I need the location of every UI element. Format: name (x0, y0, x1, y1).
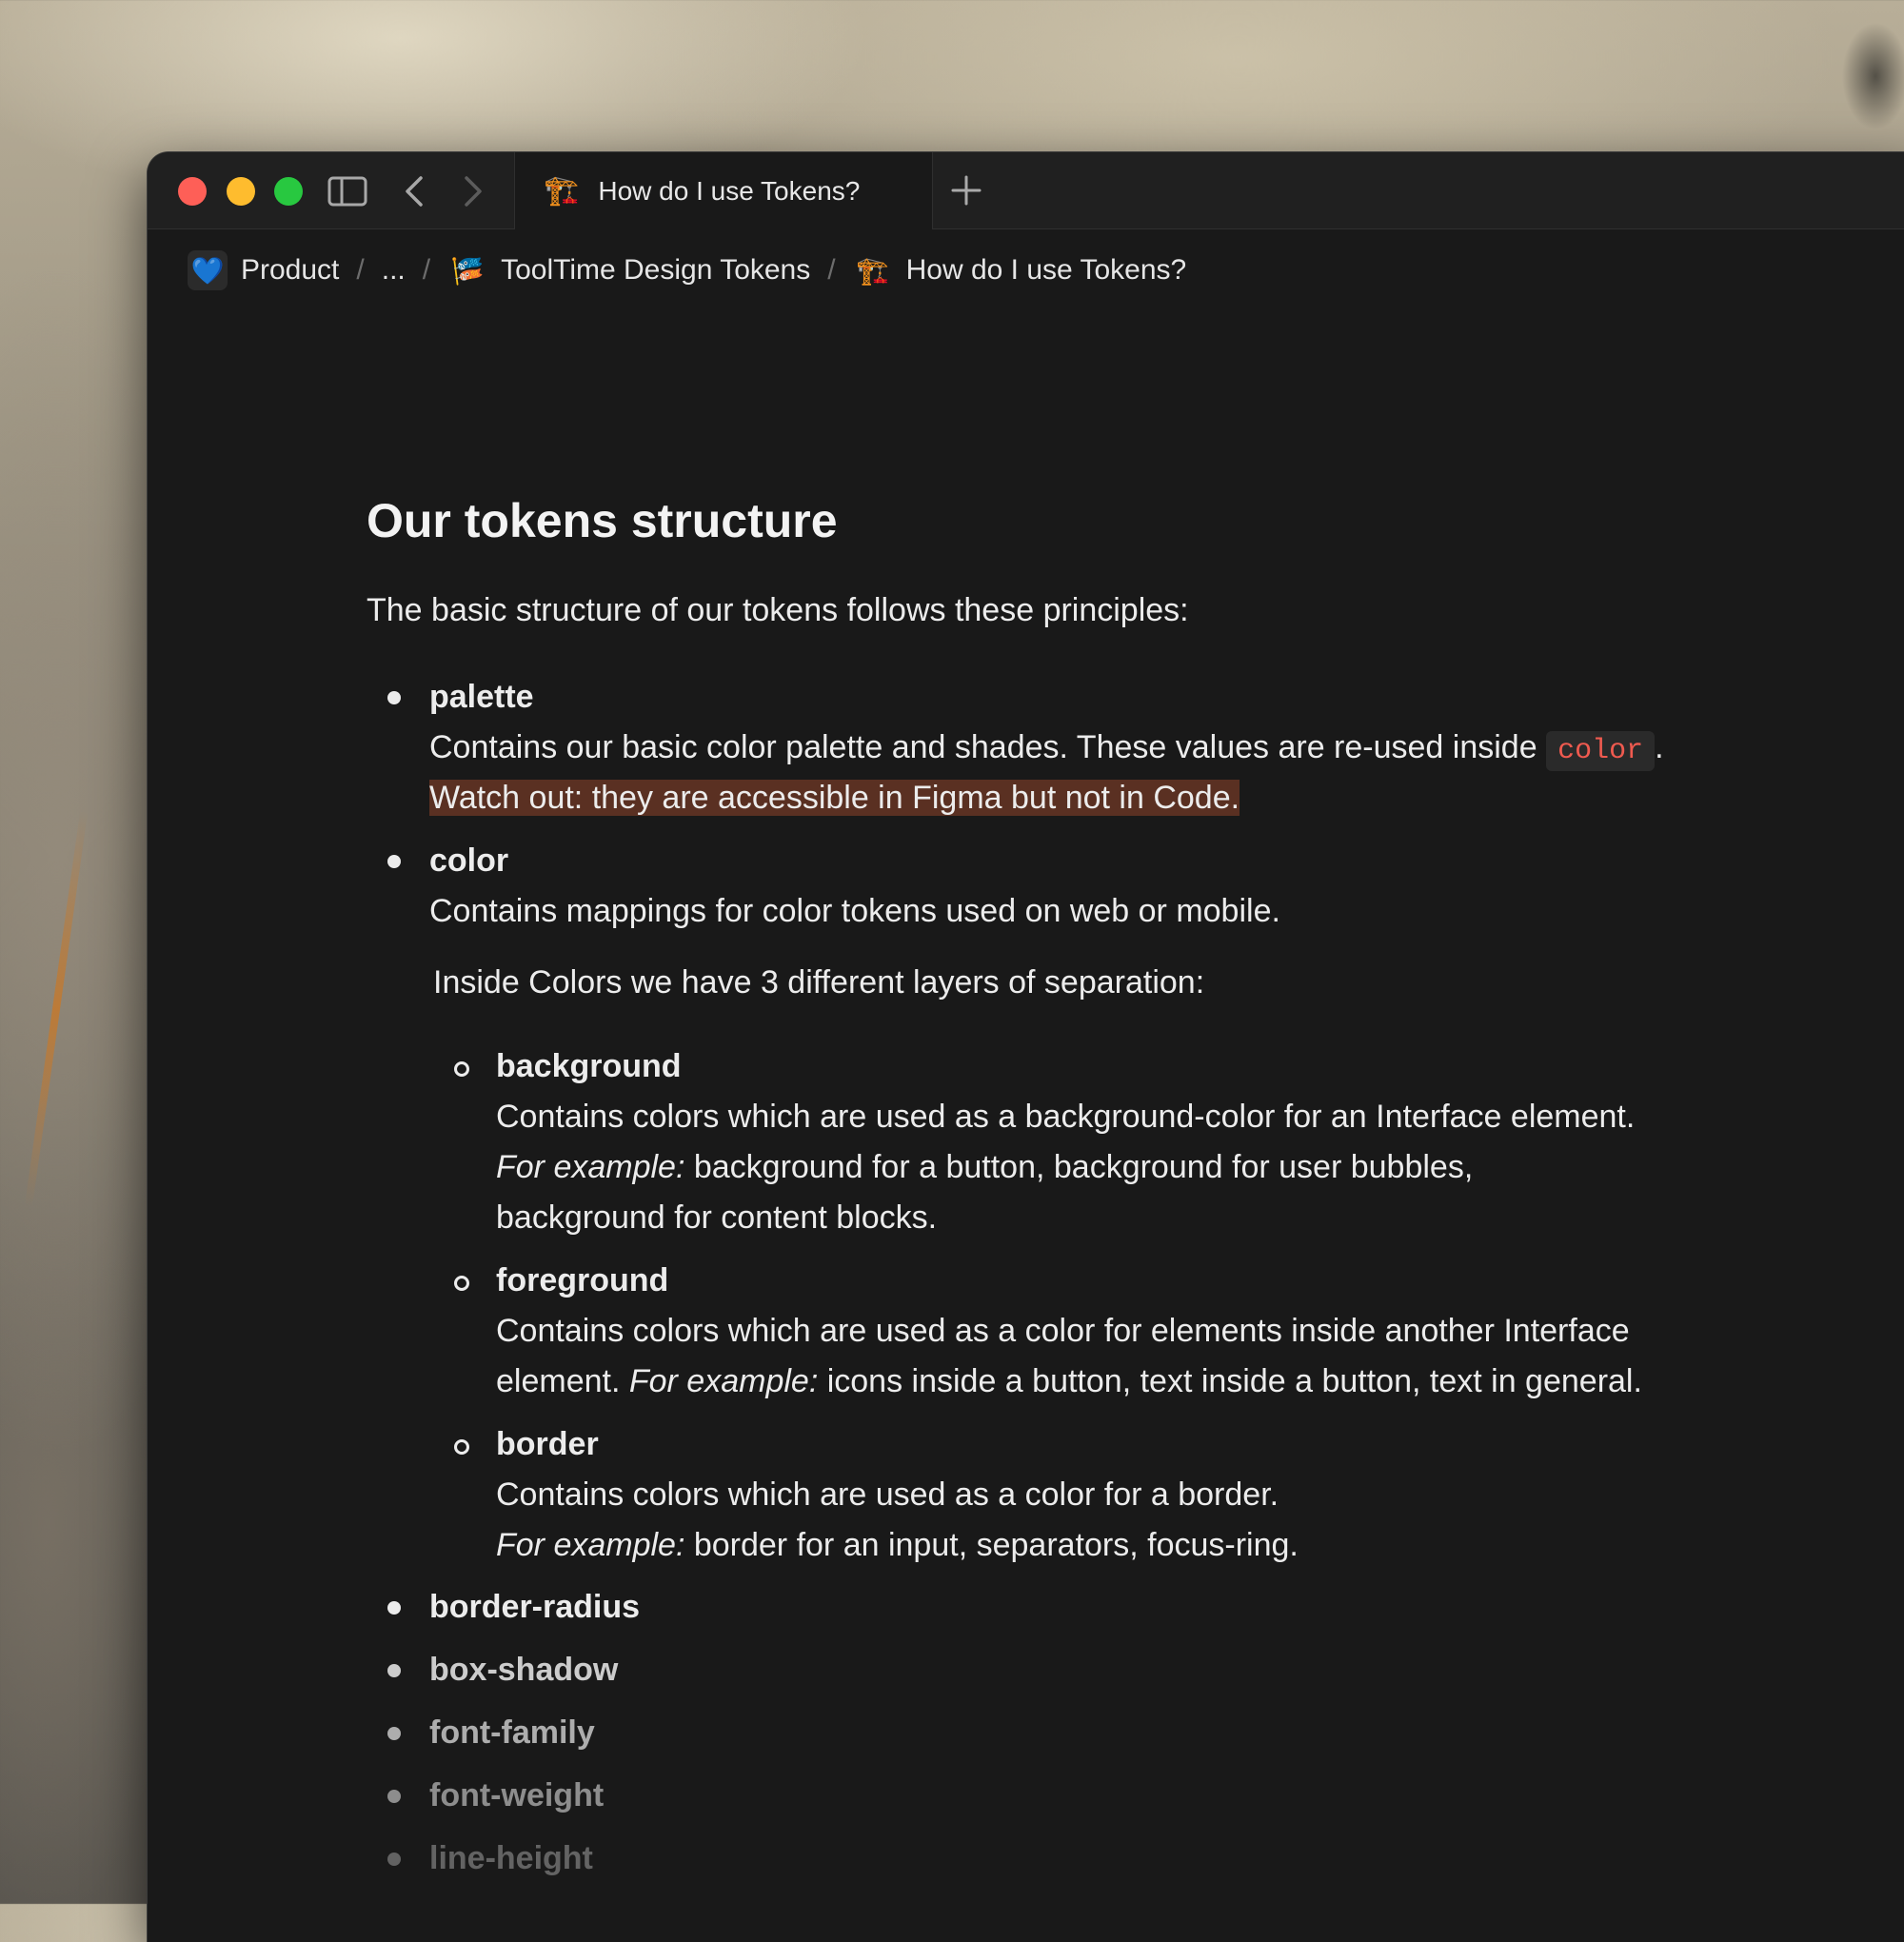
example-label: For example: (628, 1363, 819, 1399)
forward-arrow-icon[interactable] (454, 173, 492, 209)
breadcrumb-label: How do I use Tokens? (905, 254, 1187, 286)
color-description: Contains mappings for color tokens used … (429, 893, 1280, 929)
sub-bullet-circle (454, 1276, 469, 1291)
color-layers-note: Inside Colors we have 3 different layers… (433, 964, 1205, 1001)
background-streak (24, 810, 89, 1208)
foreground-title: foreground (496, 1262, 669, 1298)
background-line-1: Contains colors which are used as a back… (496, 1099, 1636, 1135)
app-window: 🏗️ How do I use Tokens? 💙 Product / ... … (148, 152, 1904, 1942)
palette-title: palette (429, 679, 534, 715)
title-bar: 🏗️ How do I use Tokens? (148, 152, 1904, 229)
sub-bullet-circle (454, 1061, 469, 1077)
period: . (1655, 729, 1664, 765)
color-title: color (429, 842, 509, 879)
palette-desc-text: Contains our basic color palette and sha… (429, 729, 1547, 765)
background-title: background (496, 1048, 682, 1084)
tab-how-do-i-use-tokens[interactable]: 🏗️ How do I use Tokens? (514, 152, 933, 229)
breadcrumb-item-tooltime-design-tokens[interactable]: 🎏 ToolTime Design Tokens (447, 250, 811, 290)
back-arrow-icon[interactable] (395, 173, 433, 209)
bullet-dot (387, 691, 401, 704)
foreground-line-2: element. For example: icons inside a but… (496, 1360, 1642, 1402)
border-example-text: border for an input, separators, focus-r… (684, 1527, 1299, 1563)
border-line-2: For example: border for an input, separa… (496, 1524, 1299, 1566)
intro-paragraph: The basic structure of our tokens follow… (367, 592, 1189, 628)
palette-warning: Watch out: they are accessible in Figma … (429, 777, 1240, 819)
sidebar-toggle-icon[interactable] (327, 173, 368, 209)
palette-description: Contains our basic color palette and sha… (429, 726, 1664, 772)
border-line-1: Contains colors which are used as a colo… (496, 1476, 1279, 1513)
bullet-dot (387, 855, 401, 868)
crane-icon: 🏗️ (856, 255, 890, 286)
breadcrumb: 💙 Product / ... / 🎏 ToolTime Design Toke… (188, 246, 1186, 295)
breadcrumb-label: ... (381, 254, 406, 286)
example-label: For example: (496, 1527, 685, 1563)
breadcrumb-item-product[interactable]: 💙 Product (188, 250, 339, 290)
list-item-font-weight: font-weight (429, 1777, 605, 1813)
bullet-dot (387, 1727, 401, 1740)
breadcrumb-separator: / (356, 254, 365, 286)
new-tab-plus-icon[interactable] (947, 171, 985, 209)
background-example-text: background for a button, background for … (684, 1149, 1474, 1185)
carp-streamer-icon: 🎏 (450, 255, 485, 286)
minimize-window-button[interactable] (227, 177, 255, 206)
border-title: border (496, 1426, 599, 1462)
inline-code-color: color (1546, 731, 1656, 771)
list-item-line-height: line-height (429, 1840, 593, 1876)
crane-icon: 🏗️ (544, 175, 580, 207)
zoom-window-button[interactable] (274, 177, 303, 206)
breadcrumb-label: Product (241, 254, 340, 286)
foreground-text: element. (496, 1363, 629, 1399)
breadcrumb-item-ellipsis[interactable]: ... (382, 254, 406, 287)
sub-bullet-circle (454, 1439, 469, 1455)
example-label: For example: (496, 1149, 685, 1185)
list-item-box-shadow: box-shadow (429, 1652, 619, 1688)
tab-title: How do I use Tokens? (598, 175, 861, 206)
list-item-font-family: font-family (429, 1714, 595, 1751)
bullet-dot (387, 1790, 401, 1803)
foreground-example-text: icons inside a button, text inside a but… (818, 1363, 1642, 1399)
close-window-button[interactable] (178, 177, 207, 206)
section-heading: Our tokens structure (367, 494, 838, 547)
breadcrumb-item-how-do-i-use-tokens[interactable]: 🏗️ How do I use Tokens? (853, 250, 1187, 290)
bullet-dot (387, 1601, 401, 1615)
background-line-2: For example: background for a button, ba… (496, 1146, 1473, 1188)
breadcrumb-separator: / (827, 254, 836, 286)
bullet-dot (387, 1853, 401, 1866)
list-item-border-radius: border-radius (429, 1589, 641, 1625)
background-tree (1799, 0, 1904, 152)
bullet-dot (387, 1664, 401, 1677)
breadcrumb-label: ToolTime Design Tokens (501, 254, 811, 286)
blue-heart-icon: 💙 (188, 250, 228, 290)
breadcrumb-separator: / (422, 254, 431, 286)
warning-highlight: Watch out: they are accessible in Figma … (429, 780, 1240, 816)
foreground-line-1: Contains colors which are used as a colo… (496, 1313, 1630, 1349)
background-line-3: background for content blocks. (496, 1199, 938, 1236)
